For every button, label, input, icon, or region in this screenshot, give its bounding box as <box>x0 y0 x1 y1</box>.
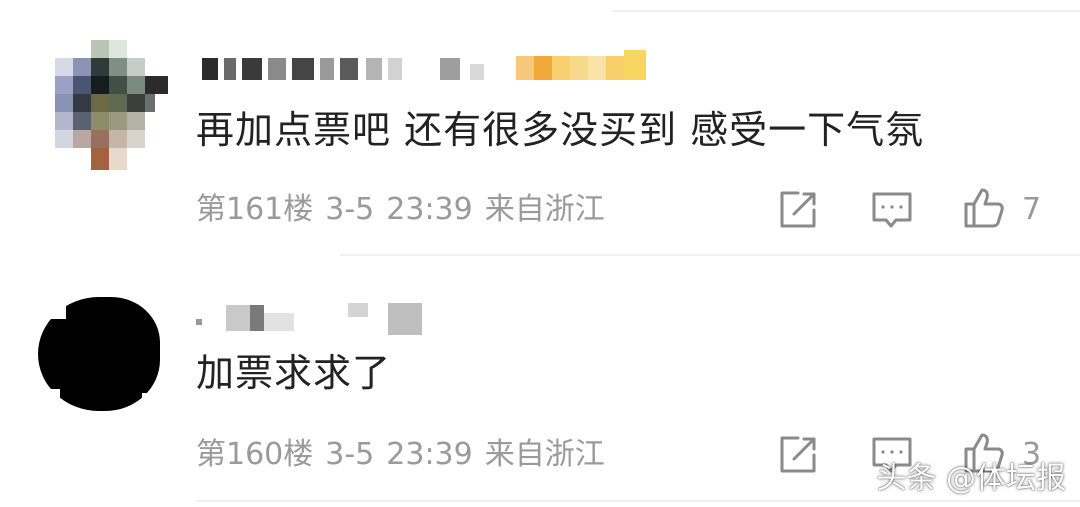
avatar[interactable] <box>38 297 160 411</box>
watermark: 头条 @体坛报 <box>876 461 1066 496</box>
comment-date: 3-5 <box>325 192 375 227</box>
floor-number: 第160楼 <box>196 437 314 472</box>
repost-button[interactable] <box>776 188 820 232</box>
floor-number: 第161楼 <box>196 192 314 227</box>
comment-text: 加票求求了 <box>196 351 392 395</box>
avatar[interactable] <box>38 40 168 170</box>
username[interactable] <box>200 50 660 80</box>
comment-date: 3-5 <box>325 437 375 472</box>
bottom-divider <box>196 500 1080 502</box>
repost-button[interactable] <box>776 433 820 477</box>
comment-time: 23:39 <box>386 192 473 227</box>
thumbs-up-icon <box>964 188 1004 228</box>
comment-bubble-icon <box>872 192 912 228</box>
comment-location: 来自浙江 <box>484 437 605 472</box>
edit-share-icon <box>780 191 816 228</box>
comment-item: 再加点票吧 还有很多没买到 感受一下气氛 第161楼 3-5 23:39 来自浙江 7 <box>0 0 1080 255</box>
comment-meta: 第161楼 3-5 23:39 来自浙江 <box>196 192 617 228</box>
edit-share-icon <box>780 436 816 473</box>
comment-meta: 第160楼 3-5 23:39 来自浙江 <box>196 437 617 473</box>
reply-button[interactable] <box>870 188 914 232</box>
username[interactable] <box>196 299 436 335</box>
comment-time: 23:39 <box>386 437 473 472</box>
comment-text: 再加点票吧 还有很多没买到 感受一下气氛 <box>196 108 925 152</box>
comment-location: 来自浙江 <box>484 192 605 227</box>
like-button[interactable] <box>962 186 1006 230</box>
like-count: 7 <box>1022 192 1042 227</box>
